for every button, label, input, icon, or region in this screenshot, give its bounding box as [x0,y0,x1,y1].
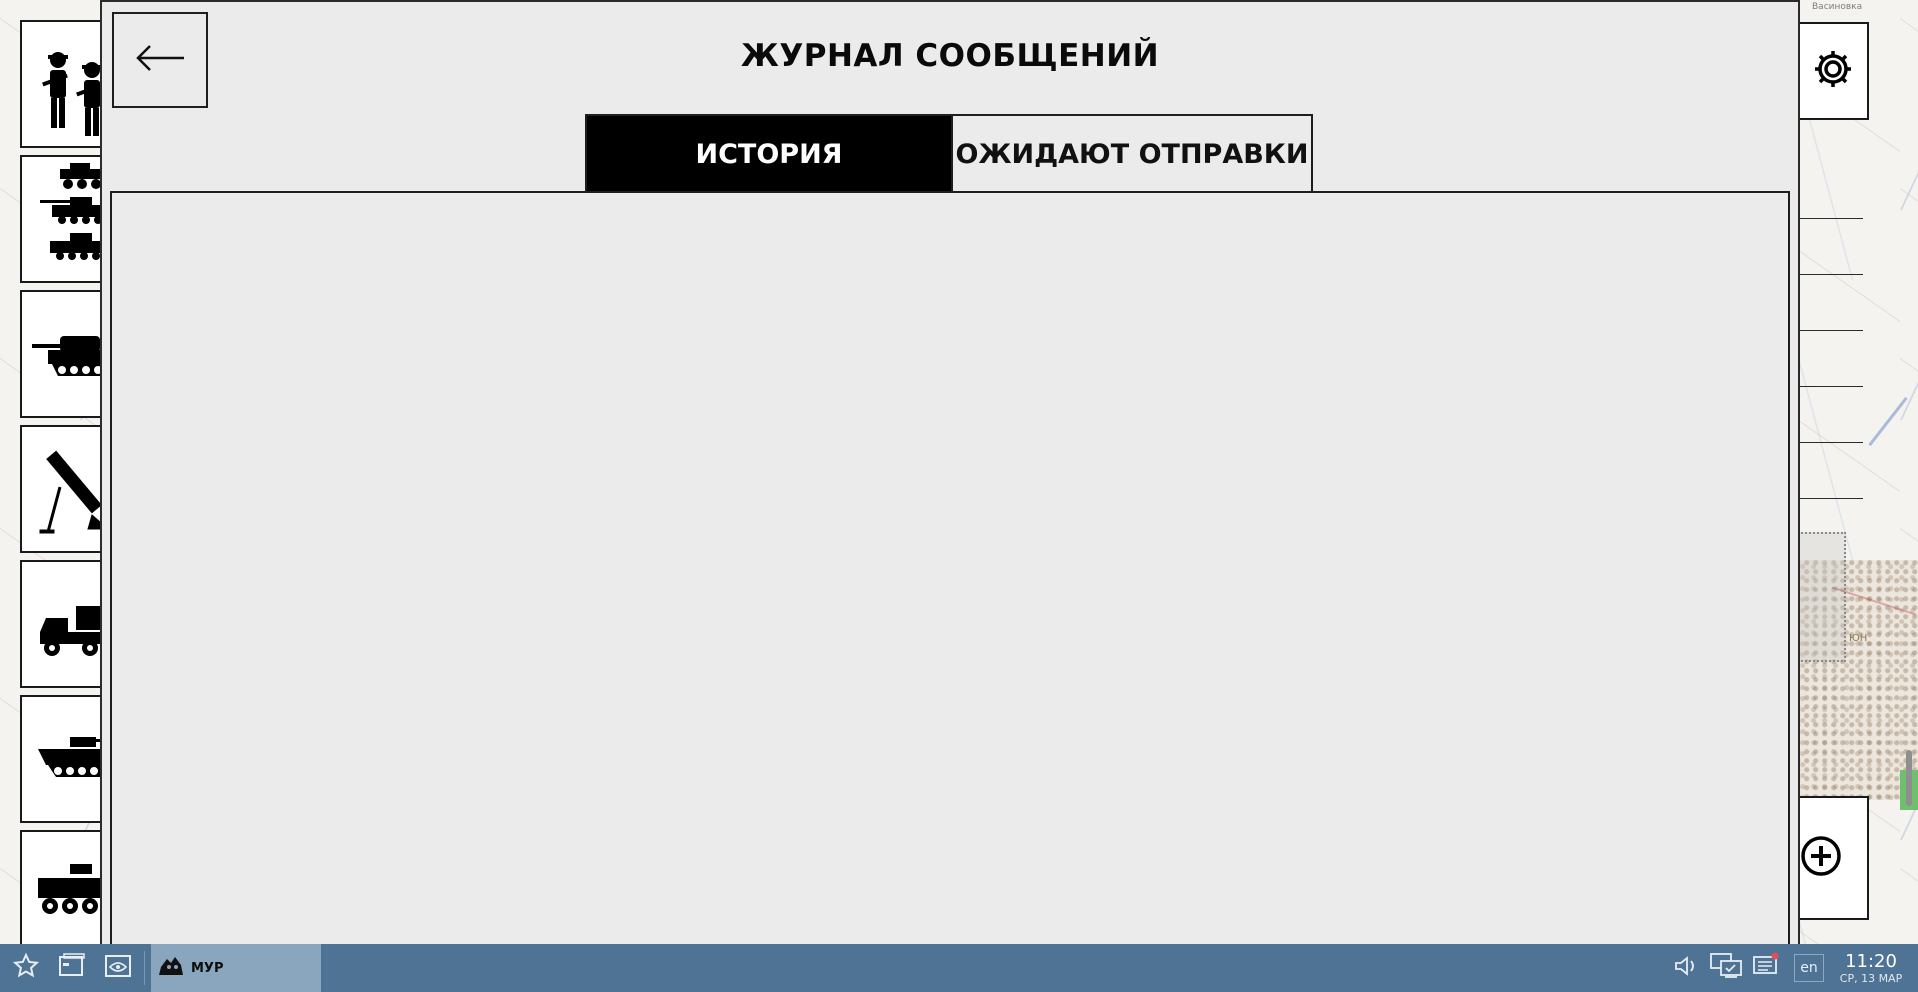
infantry-icon [30,22,102,146]
tab-history[interactable]: ИСТОРИЯ [587,116,951,192]
taskbar-app-label: МУР [191,960,224,976]
tab-pending[interactable]: ОЖИДАЮТ ОТПРАВКИ [951,116,1311,192]
taskbar-app-mur[interactable]: МУР [151,944,321,992]
unit-ifv-button[interactable] [20,695,104,823]
tab-bar: ИСТОРИЯ ОЖИДАЮТ ОТПРАВКИ [585,114,1313,192]
side-list-divider [1797,330,1863,331]
map-label: ЮН [1849,633,1868,644]
clock-date: СР, 13 МАР [1839,971,1903,985]
window-switcher-button[interactable] [52,948,92,988]
message-log-dialog: ЖУРНАЛ СООБЩЕНИЙ ИСТОРИЯ ОЖИДАЮТ ОТПРАВК… [100,0,1800,951]
unit-mortar-button[interactable] [20,425,104,553]
unit-apc-button[interactable] [20,830,104,944]
settings-button[interactable] [1797,22,1869,120]
notification-icon [1751,951,1781,985]
volume-button[interactable] [1666,948,1706,988]
apc-icon [30,832,102,944]
map-scrollbar[interactable] [1906,750,1912,806]
desktop-eye-icon [103,952,133,984]
message-list[interactable] [110,191,1790,951]
notifications-button[interactable] [1746,948,1786,988]
page-title: ЖУРНАЛ СООБЩЕНИЙ [740,38,1160,74]
taskbar-separator [144,951,145,985]
show-desktop-button[interactable] [98,948,138,988]
plus-circle-icon [1801,833,1847,883]
app-logo-icon [159,955,185,981]
side-list-divider [1797,274,1863,275]
side-list-divider [1797,442,1863,443]
side-list-divider [1797,386,1863,387]
network-button[interactable] [1706,948,1746,988]
side-layer-list [1797,170,1869,500]
map-dotted-zone [1798,532,1846,662]
rocket-truck-icon [30,562,102,686]
clock[interactable]: 11:20 СР, 13 МАР [1832,950,1918,985]
unit-infantry-button[interactable] [20,20,104,148]
zoom-in-button[interactable] [1797,796,1869,920]
unit-palette [0,0,104,944]
ifv-icon [30,697,102,821]
taskbar: МУР en 11:20 СР, 13 МАР [0,944,1918,992]
armored-vehicles-icon [30,157,102,281]
unit-tank-button[interactable] [20,290,104,418]
unit-rocket-truck-button[interactable] [20,560,104,688]
clock-time: 11:20 [1845,950,1897,972]
keyboard-layout-indicator[interactable]: en [1794,954,1824,982]
speaker-icon [1673,954,1699,982]
side-list-divider [1797,218,1863,219]
unit-armored-vehicles-button[interactable] [20,155,104,283]
mortar-icon [30,427,102,551]
network-icon [1709,951,1743,985]
start-menu-button[interactable] [6,948,46,988]
star-icon [12,952,40,984]
gear-icon [1811,47,1855,95]
windows-icon [57,952,87,984]
side-list-divider [1797,498,1863,499]
system-tray: en 11:20 СР, 13 МАР [1666,944,1918,992]
map-label: Васиновка [1812,2,1863,12]
tank-icon [30,292,102,416]
